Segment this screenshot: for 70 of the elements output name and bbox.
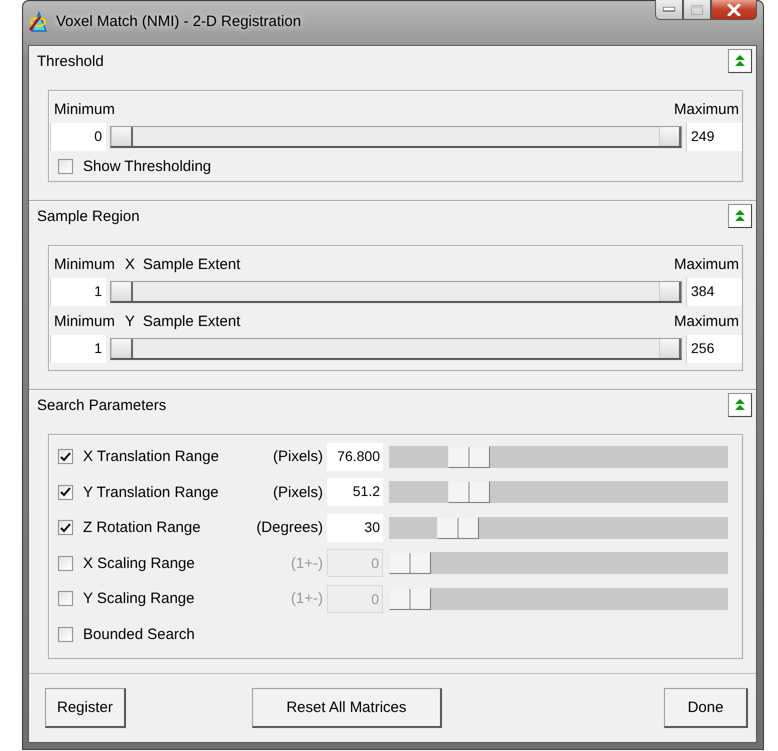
parameter-label: X Scaling Range xyxy=(83,554,196,572)
checkbox[interactable] xyxy=(58,449,73,464)
collapse-button[interactable] xyxy=(728,393,752,417)
minimum-field[interactable]: 1 xyxy=(50,335,106,363)
checkbox[interactable] xyxy=(58,484,73,500)
range-caption: Sample Extent xyxy=(142,312,240,330)
app-icon xyxy=(28,11,50,33)
dialog-button[interactable]: Done xyxy=(664,688,748,728)
maximum-label: Maximum xyxy=(674,312,739,330)
range-slider[interactable] xyxy=(110,281,682,303)
checkbox[interactable] xyxy=(58,520,73,536)
maximum-label: Maximum xyxy=(674,256,739,272)
dialog-button[interactable]: Reset All Matrices xyxy=(252,688,442,728)
value-field[interactable]: 30 xyxy=(327,514,383,542)
slider-track[interactable] xyxy=(389,552,728,574)
parameter-label: Y Scaling Range xyxy=(83,590,196,608)
maximize-button[interactable] xyxy=(683,0,711,20)
parameter-label: X Translation Range xyxy=(83,448,220,466)
maximum-label: Maximum xyxy=(674,100,739,118)
parameter-label: Z Rotation Range xyxy=(83,519,202,536)
close-icon xyxy=(727,4,741,16)
slider-track[interactable] xyxy=(389,446,728,468)
unit-label: (Degrees) xyxy=(255,519,324,536)
section-title: Threshold xyxy=(37,52,105,70)
close-button[interactable] xyxy=(711,0,757,20)
collapse-button[interactable] xyxy=(728,49,752,73)
range-slider[interactable] xyxy=(110,126,682,148)
unit-label: (1+-) xyxy=(290,554,324,572)
minimum-label: Minimum xyxy=(54,100,115,118)
section-title: Search Parameters xyxy=(37,396,168,414)
maximum-field[interactable]: 384 xyxy=(686,278,742,306)
section-title: Sample Region xyxy=(37,208,141,224)
axis-label: Y xyxy=(124,312,135,330)
maximum-field[interactable]: 249 xyxy=(686,123,742,151)
slider-thumb[interactable] xyxy=(659,282,681,301)
slider-track[interactable] xyxy=(389,481,728,504)
dialog-button[interactable]: Register xyxy=(45,688,126,728)
slider-track[interactable] xyxy=(389,516,728,539)
double-arrow-icon xyxy=(734,398,746,412)
unit-label: (1+-) xyxy=(290,590,324,608)
minimum-label: Minimum xyxy=(54,256,115,272)
checkbox-label: Show Thresholding xyxy=(83,158,212,175)
slider-track[interactable] xyxy=(389,588,728,610)
double-arrow-icon xyxy=(734,54,746,68)
minimum-label: Minimum xyxy=(54,312,115,330)
slider-thumb[interactable] xyxy=(659,127,681,146)
slider-thumb[interactable] xyxy=(659,339,681,358)
unit-label: (Pixels) xyxy=(272,484,324,501)
minimize-icon xyxy=(663,7,675,12)
slider-thumb[interactable] xyxy=(111,339,133,358)
parameter-label: Bounded Search xyxy=(83,626,196,643)
window-title: Voxel Match (NMI) - 2-D Registration xyxy=(56,13,302,30)
unit-label: (Pixels) xyxy=(272,448,324,466)
collapse-button[interactable] xyxy=(728,204,752,228)
maximize-icon xyxy=(691,4,703,14)
double-arrow-icon xyxy=(734,209,746,223)
value-field[interactable]: 76.800 xyxy=(327,442,383,471)
slider-thumb[interactable] xyxy=(111,127,133,146)
minimum-field[interactable]: 0 xyxy=(50,123,106,151)
minimize-button[interactable] xyxy=(655,0,683,20)
range-caption: Sample Extent xyxy=(142,256,240,272)
minimum-field[interactable]: 1 xyxy=(50,278,106,306)
value-field[interactable]: 51.2 xyxy=(327,478,383,506)
slider-thumb[interactable] xyxy=(111,282,133,301)
checkbox[interactable] xyxy=(58,159,73,174)
maximum-field[interactable]: 256 xyxy=(686,335,742,363)
parameter-label: Y Translation Range xyxy=(83,484,220,501)
axis-label: X xyxy=(124,256,135,272)
checkbox[interactable] xyxy=(58,626,73,642)
range-slider[interactable] xyxy=(110,338,682,360)
